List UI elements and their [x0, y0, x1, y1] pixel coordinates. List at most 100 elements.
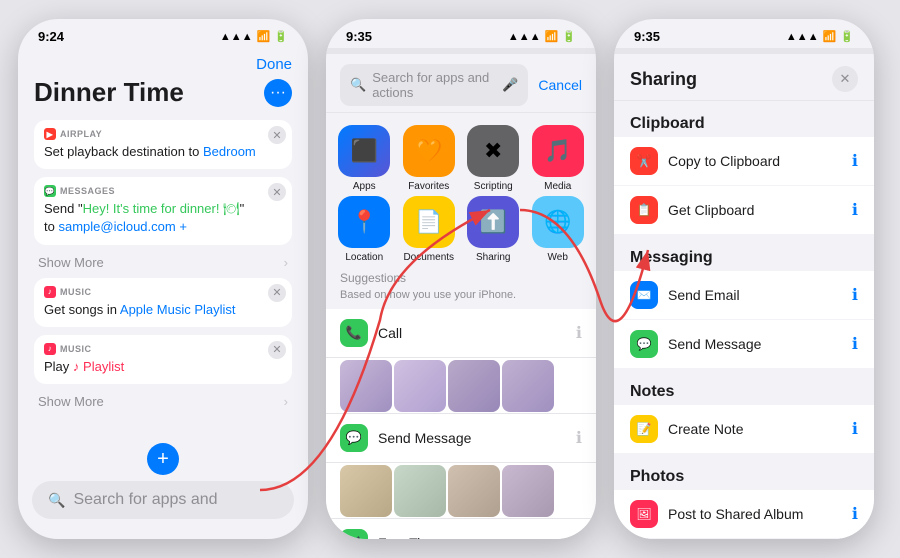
right-status-bar: 9:35 ▲▲▲ 📶 🔋 [614, 19, 874, 48]
music-label-2: ♪ MUSIC [44, 343, 282, 355]
copy-clipboard-info[interactable]: ℹ [852, 151, 858, 171]
app-label-web: Web [548, 252, 568, 263]
search-placeholder: Search for apps and [73, 491, 217, 509]
app-label-apps: Apps [353, 181, 376, 192]
clipboard-section-header: Clipboard [614, 101, 874, 137]
playlist-link[interactable]: ♪ Playlist [73, 359, 124, 374]
copy-clipboard-label: Copy to Clipboard [668, 153, 780, 169]
send-message-left: 💬 Send Message [340, 424, 471, 452]
create-note-info[interactable]: ℹ [852, 419, 858, 439]
create-note-left: 📝 Create Note [630, 415, 743, 443]
app-item-location[interactable]: 📍 Location [334, 196, 395, 263]
send-message-action-row[interactable]: 💬 Send Message ℹ [326, 414, 596, 463]
done-button[interactable]: Done [34, 56, 292, 73]
recipient-link[interactable]: sample@icloud.com [58, 219, 175, 234]
send-email-info[interactable]: ℹ [852, 285, 858, 305]
create-note-label: Create Note [668, 421, 743, 437]
notes-section-header: Notes [614, 369, 874, 405]
create-note-row[interactable]: 📝 Create Note ℹ [614, 405, 874, 454]
music-icon-2: ♪ [44, 343, 56, 355]
music-card-1-text: Get songs in Apple Music Playlist [44, 301, 282, 319]
copy-to-clipboard-left: ✂️ Copy to Clipboard [630, 147, 780, 175]
call-action-row[interactable]: 📞 Call ℹ [326, 309, 596, 358]
send-message-right-left: 💬 Send Message [630, 330, 761, 358]
show-more-label-1: Show More [38, 255, 104, 270]
share-search-placeholder: Search for apps and actions [372, 70, 490, 100]
app-label-favorites: Favorites [408, 181, 449, 192]
apple-music-playlist-link[interactable]: Apple Music Playlist [120, 302, 236, 317]
add-recipient-button[interactable]: + [179, 219, 187, 234]
shortcut-title-row: Dinner Time ··· [34, 77, 292, 108]
airplay-destination-link[interactable]: Bedroom [203, 144, 256, 159]
facetime-action-row[interactable]: 📹 FaceTime ℹ [326, 519, 596, 539]
left-time: 9:24 [38, 29, 64, 44]
app-label-sharing: Sharing [476, 252, 510, 263]
app-item-media[interactable]: 🎵 Media [528, 125, 589, 192]
suggestions-title: Suggestions [326, 271, 596, 289]
app-item-documents[interactable]: 📄 Documents [399, 196, 460, 263]
post-shared-album-label: Post to Shared Album [668, 506, 803, 522]
suggestions-subtitle: Based on how you use your iPhone. [326, 289, 596, 309]
facetime-icon: 📹 [340, 529, 368, 539]
get-clipboard-info[interactable]: ℹ [852, 200, 858, 220]
right-time: 9:35 [634, 29, 660, 44]
get-clipboard-row[interactable]: 📋 Get Clipboard ℹ [614, 186, 874, 235]
send-email-row[interactable]: ✉️ Send Email ℹ [614, 271, 874, 320]
blurred-contacts-row-1 [326, 358, 596, 414]
send-message-info-button[interactable]: ℹ [576, 428, 582, 448]
show-more-row-2[interactable]: Show More › [34, 392, 292, 411]
right-signal-icon: ▲▲▲ [786, 31, 819, 43]
post-shared-album-row[interactable]: 🖼 Post to Shared Album ℹ [614, 490, 874, 539]
send-message-right-row[interactable]: 💬 Send Message ℹ [614, 320, 874, 369]
facetime-info-button[interactable]: ℹ [576, 533, 582, 539]
sharing-header: Sharing ✕ [614, 56, 874, 101]
search-bar[interactable]: 🔍 Search for apps and [32, 481, 294, 519]
airplay-icon: ▶ [44, 128, 56, 140]
music-2-close-button[interactable]: ✕ [268, 341, 286, 359]
right-battery-icon: 🔋 [840, 30, 854, 43]
app-item-favorites[interactable]: 🧡 Favorites [399, 125, 460, 192]
share-search-icon: 🔍 [350, 77, 366, 93]
copy-to-clipboard-row[interactable]: ✂️ Copy to Clipboard ℹ [614, 137, 874, 186]
messages-close-button[interactable]: ✕ [268, 183, 286, 201]
location-icon: 📍 [351, 209, 378, 235]
web-icon: 🌐 [544, 209, 571, 235]
add-action-button[interactable]: + [147, 443, 179, 475]
get-clipboard-icon: 📋 [630, 196, 658, 224]
mid-signal-icon: ▲▲▲ [508, 31, 541, 43]
app-item-apps[interactable]: ⬛ Apps [334, 125, 395, 192]
show-more-row-1[interactable]: Show More › [34, 253, 292, 272]
blurred-contacts-row-2 [326, 463, 596, 519]
call-info-button[interactable]: ℹ [576, 323, 582, 343]
messaging-section-header: Messaging [614, 235, 874, 271]
app-item-scripting[interactable]: ✖ Scripting [463, 125, 524, 192]
music-1-close-button[interactable]: ✕ [268, 284, 286, 302]
message-content-link[interactable]: Hey! It's time for dinner! 🍽 [83, 201, 240, 216]
music-card-2-text: Play ♪ Playlist [44, 358, 282, 376]
messages-recipient-row: to sample@icloud.com + [44, 218, 282, 236]
wifi-icon: 📶 [257, 30, 271, 43]
copy-clipboard-icon: ✂️ [630, 147, 658, 175]
app-item-web[interactable]: 🌐 Web [528, 196, 589, 263]
send-message-right-info[interactable]: ℹ [852, 334, 858, 354]
post-shared-album-left: 🖼 Post to Shared Album [630, 500, 803, 528]
close-button[interactable]: ✕ [832, 66, 858, 92]
signal-icon: ▲▲▲ [220, 31, 253, 43]
sharing-icon: ⬆️ [480, 209, 507, 235]
app-item-sharing[interactable]: ⬆️ Sharing [463, 196, 524, 263]
left-status-bar: 9:24 ▲▲▲ 📶 🔋 [18, 19, 308, 48]
app-label-scripting: Scripting [474, 181, 513, 192]
share-cancel-button[interactable]: Cancel [538, 77, 582, 93]
post-shared-album-info[interactable]: ℹ [852, 504, 858, 524]
share-sheet-header: 🔍 Search for apps and actions 🎤 Cancel [326, 56, 596, 113]
airplay-label: ▶ AIRPLAY [44, 128, 282, 140]
title-options-button[interactable]: ··· [264, 79, 292, 107]
share-search-bar[interactable]: 🔍 Search for apps and actions 🎤 [340, 64, 528, 106]
show-more-chevron-1: › [284, 255, 288, 270]
documents-icon: 📄 [415, 209, 442, 235]
airplay-close-button[interactable]: ✕ [268, 126, 286, 144]
send-message-right-label: Send Message [668, 336, 761, 352]
mid-wifi-icon: 📶 [545, 30, 559, 43]
scripting-icon: ✖ [484, 138, 502, 164]
right-wifi-icon: 📶 [823, 30, 837, 43]
